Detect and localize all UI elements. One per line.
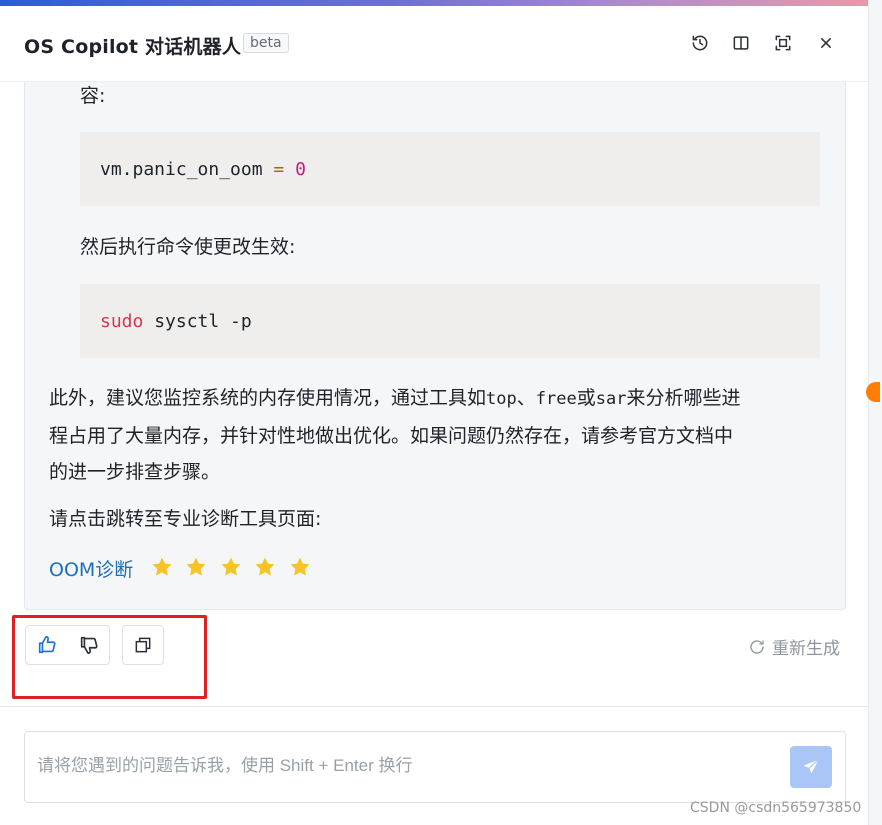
regenerate-label: 重新生成 [772, 639, 840, 659]
answer-paragraph-line: 程占用了大量内存，并针对性地做出优化。如果问题仍然存在，请参考官方文档中 [49, 425, 734, 447]
answer-text: 容: [80, 85, 106, 107]
code-block: vm.panic_on_oom = 0 [80, 132, 820, 206]
refresh-icon [750, 639, 764, 654]
code-keyword: sudo [100, 311, 144, 332]
answer-text: 请点击跳转至专业诊断工具页面: [49, 508, 322, 530]
code-line: sudo sysctl -p [100, 311, 252, 332]
answer-paragraph-line: 此外，建议您监控系统的内存使用情况，通过工具如top、free或sar来分析哪些… [49, 389, 740, 408]
chat-input[interactable] [37, 756, 777, 776]
chat-input-box [24, 731, 846, 803]
floating-badge[interactable] [866, 382, 880, 402]
fullscreen-icon[interactable] [772, 32, 794, 54]
thumbs-up-button[interactable] [26, 626, 68, 664]
header: OS Copilot 对话机器人 beta [0, 6, 868, 82]
scrollbar-track[interactable] [868, 0, 882, 825]
close-icon[interactable] [815, 32, 837, 54]
text-span: 来分析哪些进 [626, 387, 741, 409]
page-title: OS Copilot 对话机器人 [24, 36, 242, 58]
beta-badge: beta [243, 33, 289, 53]
code-token: sysctl -p [154, 311, 252, 332]
split-view-icon[interactable] [730, 32, 752, 54]
code-number: 0 [295, 159, 306, 180]
thumbs-down-icon [80, 636, 98, 655]
answer-paragraph-line: 的进一步排查步骤。 [49, 461, 221, 483]
inline-code: free [535, 389, 577, 409]
thumbs-up-icon [38, 635, 56, 654]
watermark: CSDN @csdn565973850 [690, 800, 862, 816]
code-token: vm.panic_on_oom [100, 159, 263, 180]
history-icon[interactable] [689, 32, 711, 54]
send-icon [803, 759, 819, 774]
copy-icon [135, 637, 151, 653]
code-block: sudo sysctl -p [80, 284, 820, 358]
star-icon[interactable] [219, 555, 243, 579]
code-operator: = [273, 159, 285, 180]
text-span: 、 [516, 387, 536, 409]
regenerate-button[interactable]: 重新生成 [748, 634, 840, 659]
star-icon[interactable] [150, 555, 174, 579]
code-line: vm.panic_on_oom = 0 [100, 159, 306, 180]
answer-text: 然后执行命令使更改生效: [80, 236, 296, 258]
send-button[interactable] [790, 746, 832, 788]
divider [0, 706, 868, 707]
text-span: 或 [576, 387, 596, 409]
feedback-group [25, 625, 110, 665]
copy-button[interactable] [122, 625, 164, 665]
star-icon[interactable] [253, 555, 277, 579]
oom-diagnosis-link[interactable]: OOM诊断 [49, 555, 133, 582]
inline-code: sar [595, 389, 627, 409]
star-icon[interactable] [184, 555, 208, 579]
thumbs-down-button[interactable] [68, 626, 110, 664]
text-span: 此外，建议您监控系统的内存使用情况，通过工具如 [49, 387, 487, 409]
star-icon[interactable] [288, 555, 312, 579]
inline-code: top [486, 389, 517, 409]
